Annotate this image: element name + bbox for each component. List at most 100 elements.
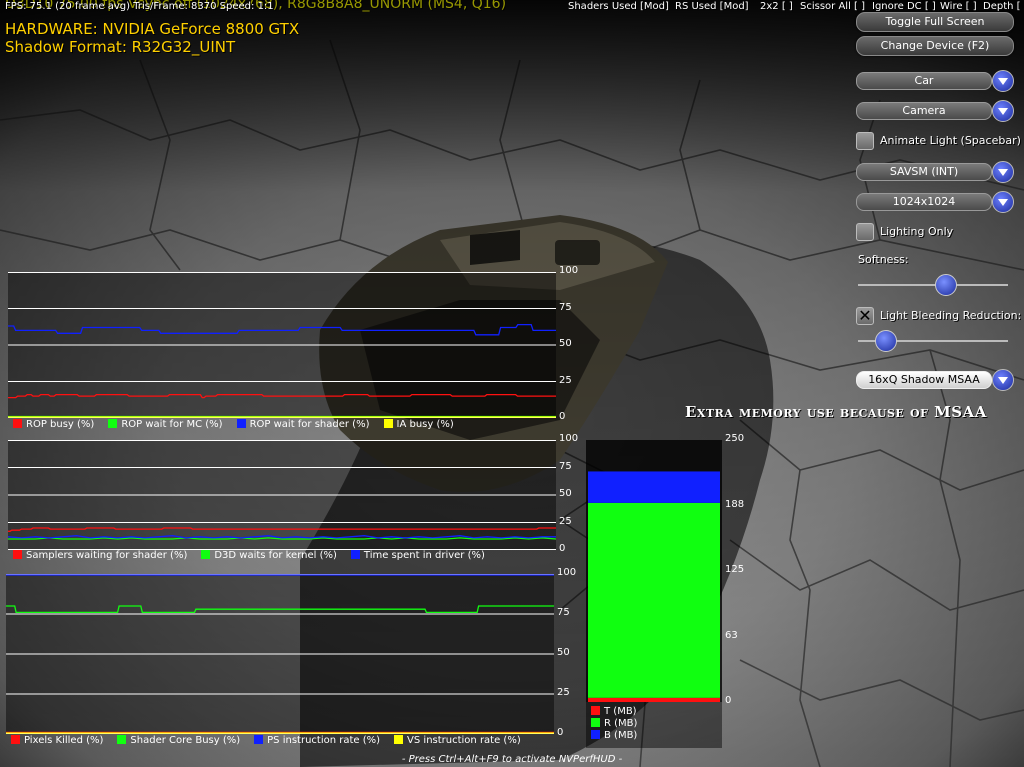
y-tick-label: 75	[557, 607, 570, 618]
y-tick-label: 188	[725, 498, 745, 510]
y-tick-label: 50	[557, 647, 570, 658]
toggle-wire[interactable]: Wire [ ]	[940, 1, 977, 12]
stacked-bar-segment	[588, 697, 720, 702]
stacked-bar-segment	[588, 471, 720, 503]
technique-select[interactable]: SAVSM (INT)	[856, 163, 992, 181]
y-tick-label: 0	[559, 543, 566, 554]
legend-item: B (MB)	[591, 730, 637, 742]
legend-item: ROP wait for MC (%)	[108, 419, 223, 430]
legend-label: D3D waits for kernel (%)	[214, 550, 337, 561]
legend-swatch	[591, 730, 600, 739]
legend-label: IA busy (%)	[396, 419, 454, 430]
legend-label: T (MB)	[604, 706, 637, 717]
toggle-shaders-used[interactable]: Shaders Used [Mod]	[568, 1, 669, 12]
toggle-ignore-dc[interactable]: Ignore DC [ ]	[872, 1, 936, 12]
chevron-down-icon[interactable]	[992, 369, 1014, 391]
y-tick-label: 0	[557, 727, 564, 738]
legend-label: Pixels Killed (%)	[24, 735, 104, 746]
hardware-label: HARDWARE: NVIDIA GeForce 8800 GTX	[5, 20, 300, 38]
toggle-depth[interactable]: Depth [ ]	[983, 1, 1024, 12]
y-tick-label: 0	[559, 411, 566, 422]
msaa-select[interactable]: 16xQ Shadow MSAA	[856, 371, 992, 389]
y-tick-label: 75	[559, 301, 572, 313]
sampler-legend: Samplers waiting for shader (%) D3D waits…	[13, 550, 499, 561]
toggle-fullscreen-button[interactable]: Toggle Full Screen	[856, 12, 1014, 32]
y-tick-label: 25	[559, 374, 572, 386]
legend-label: ROP wait for shader (%)	[249, 419, 370, 430]
series-line	[8, 527, 556, 532]
y-tick-label: 125	[725, 564, 745, 575]
memory-graph	[586, 440, 722, 748]
y-tick-label: 25	[559, 515, 572, 527]
y-tick-label: 50	[559, 338, 572, 349]
legend-swatch	[350, 550, 360, 559]
rop-graph	[8, 272, 556, 418]
legend-label: R (MB)	[604, 718, 638, 729]
legend-item: T (MB)	[591, 706, 637, 718]
legend-swatch	[201, 550, 211, 559]
y-tick-label: 75	[559, 460, 572, 472]
mesh-select[interactable]: Car	[856, 72, 992, 90]
legend-item: Samplers waiting for shader (%)	[13, 550, 187, 561]
stacked-bar-segment	[588, 502, 720, 698]
animate-light-label: Animate Light (Spacebar)	[880, 134, 1021, 147]
change-device-button[interactable]: Change Device (F2)	[856, 36, 1014, 56]
light-bleeding-slider-thumb[interactable]	[875, 330, 897, 352]
y-tick-label: 250	[725, 433, 745, 444]
chevron-down-icon[interactable]	[992, 191, 1014, 213]
chevron-down-icon[interactable]	[992, 100, 1014, 122]
sampler-graph	[8, 440, 556, 550]
legend-label: PS instruction rate (%)	[267, 735, 381, 746]
legend-item: ROP wait for shader (%)	[236, 419, 370, 430]
legend-swatch	[117, 735, 127, 744]
legend-item: Shader Core Busy (%)	[117, 735, 240, 746]
softness-slider-track[interactable]	[858, 284, 1008, 286]
softness-label: Softness:	[858, 253, 909, 266]
legend-label: ROP wait for MC (%)	[121, 419, 223, 430]
y-tick-label: 0	[725, 695, 732, 706]
light-bleeding-label: Light Bleeding Reduction:	[880, 309, 1022, 322]
legend-swatch	[591, 706, 600, 715]
shader-legend: Pixels Killed (%) Shader Core Busy (%) PS …	[11, 735, 535, 746]
view-select[interactable]: Camera	[856, 102, 992, 120]
legend-swatch	[11, 735, 20, 744]
y-tick-label: 100	[559, 265, 579, 276]
legend-swatch	[108, 419, 118, 428]
legend-swatch	[13, 419, 22, 428]
legend-label: Shader Core Busy (%)	[130, 735, 241, 746]
checkmark-icon: ✕	[858, 306, 872, 325]
animate-light-checkbox[interactable]	[856, 132, 874, 150]
legend-swatch	[394, 735, 404, 744]
legend-swatch	[383, 419, 393, 428]
device-info-overlay: D3D10 75.00 fps Vsync off (1024x768), R8…	[5, 0, 506, 12]
legend-label: B (MB)	[604, 730, 638, 741]
y-tick-label: 63	[725, 629, 738, 641]
legend-item: PS instruction rate (%)	[254, 735, 380, 746]
chevron-down-icon[interactable]	[992, 70, 1014, 92]
lighting-only-checkbox[interactable]	[856, 223, 874, 241]
rop-legend: ROP busy (%) ROP wait for MC (%) ROP wait …	[13, 419, 468, 430]
legend-item: Pixels Killed (%)	[11, 735, 103, 746]
legend-item: VS instruction rate (%)	[394, 735, 521, 746]
fps-stats: FPS: 75.1 (20 frame avg) Tris/Frame: 837…	[5, 1, 274, 12]
legend-label: ROP busy (%)	[26, 419, 95, 430]
toggle-2x2[interactable]: 2x2 [ ]	[760, 1, 793, 12]
resolution-select[interactable]: 1024x1024	[856, 193, 992, 211]
y-tick-label: 25	[557, 687, 570, 698]
softness-slider-thumb[interactable]	[935, 274, 957, 296]
y-tick-label: 100	[557, 567, 577, 578]
legend-item: Time spent in driver (%)	[350, 550, 485, 561]
lighting-only-label: Lighting Only	[880, 225, 954, 238]
legend-swatch	[254, 735, 264, 744]
shader-graph	[6, 574, 554, 734]
legend-swatch	[591, 718, 600, 727]
memory-legend: T (MB) R (MB) B (MB)	[591, 706, 637, 742]
y-tick-label: 100	[559, 433, 579, 444]
shadow-format-label: Shadow Format: R32G32_UINT	[5, 38, 236, 56]
chevron-down-icon[interactable]	[992, 161, 1014, 183]
legend-label: Samplers waiting for shader (%)	[26, 550, 188, 561]
toggle-rs-used[interactable]: RS Used [Mod]	[675, 1, 749, 12]
legend-label: VS instruction rate (%)	[407, 735, 521, 746]
light-bleeding-checkbox[interactable]: ✕	[856, 306, 874, 325]
toggle-scissor-all[interactable]: Scissor All [ ]	[800, 1, 865, 12]
